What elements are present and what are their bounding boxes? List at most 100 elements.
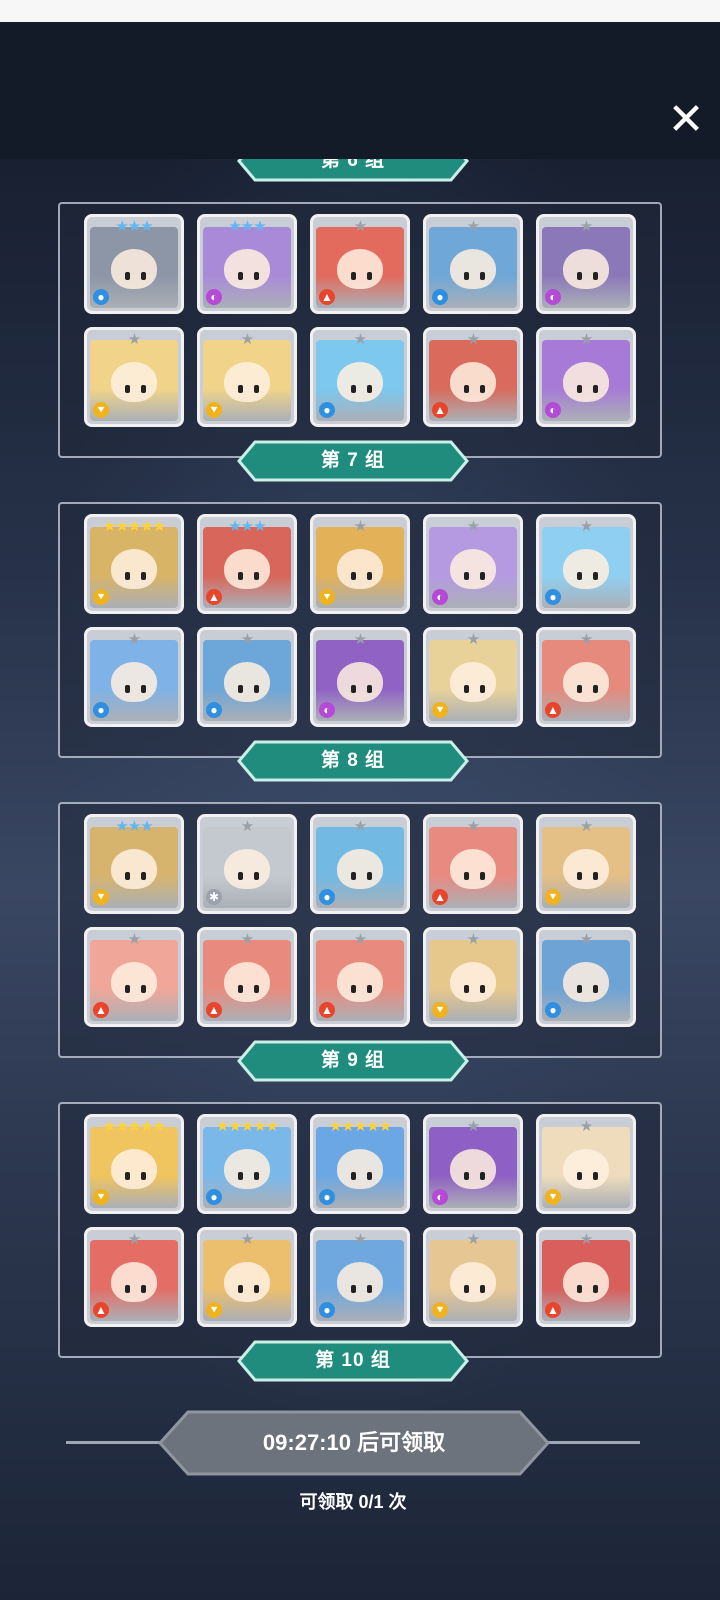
hero-card[interactable]: ★★★ ◐ [197,214,297,314]
hero-eye [464,385,470,394]
hero-card[interactable]: ★ ◐ [536,214,636,314]
hero-face [450,549,496,590]
hero-card[interactable]: ★ ▲ [310,214,410,314]
hero-card[interactable]: ★ ◐ [423,514,523,614]
water-element-icon: ● [93,702,109,718]
star-rating: ★ [240,931,254,948]
group-ribbon: 第 8 组 [237,740,469,782]
hero-card[interactable]: ★ ⯆ [536,814,636,914]
hero-eye [351,1172,357,1181]
hero-card[interactable]: ★★★★★ ● [197,1114,297,1214]
hero-eye [464,685,470,694]
light-element-icon: ⯆ [545,889,561,905]
light-element-icon: ⯆ [319,589,335,605]
hero-card[interactable]: ★★★★★ ⯆ [84,514,184,614]
hero-grid: ★★★ ⯆ ★ ✱ ★ ● ★ ▲ ★ ⯆ ★ ▲ ★ ▲ ★ ▲ ★ ⯆ ★ ● [84,814,636,1027]
hero-eye [351,385,357,394]
hero-face [563,849,609,890]
hero-card[interactable]: ★ ⯆ [310,514,410,614]
hero-card[interactable]: ★ ✱ [197,814,297,914]
star-rating: ★ [579,631,593,648]
hero-eye [351,572,357,581]
hero-card[interactable]: ★ ⯆ [84,327,184,427]
hero-eye [593,572,599,581]
hero-eye [593,985,599,994]
water-element-icon: ● [319,1302,335,1318]
hero-face [224,362,270,403]
hero-grid: ★★★★★ ⯆ ★★★★★ ● ★★★★★ ● ★ ◐ ★ ⯆ ★ ▲ ★ ⯆ ★ ● ★ ⯆ ★ ▲ [84,1114,636,1327]
hero-card[interactable]: ★ ⯆ [423,927,523,1027]
hero-card[interactable]: ★★★★★ ● [310,1114,410,1214]
hero-eye [125,685,131,694]
hero-face [337,1262,383,1303]
hero-card[interactable]: ★ ▲ [84,927,184,1027]
hero-card[interactable]: ★ ◐ [536,327,636,427]
hero-card[interactable]: ★ ▲ [536,1227,636,1327]
hero-eye [577,685,583,694]
hero-eye [480,385,486,394]
hero-card[interactable]: ★ ▲ [84,1227,184,1327]
hero-card[interactable]: ★ ⯆ [197,327,297,427]
claim-timer-button[interactable]: 09:27:10 后可领取 [157,1410,551,1476]
hero-grid: ★★★ ● ★★★ ◐ ★ ▲ ★ ● ★ ◐ ★ ⯆ ★ ⯆ ★ ● ★ ▲ ★ ◐ [84,214,636,427]
timer-divider-right [546,1441,640,1444]
hero-card[interactable]: ★ ⯆ [423,1227,523,1327]
hero-face [337,662,383,703]
hero-card[interactable]: ★ ◐ [310,627,410,727]
star-rating: ★ [579,818,593,835]
group-label: 第 8 组 [320,750,386,771]
fire-element-icon: ▲ [206,1002,222,1018]
hero-card[interactable]: ★ ● [423,214,523,314]
hero-eye [593,1285,599,1294]
hero-eye [238,685,244,694]
fire-element-icon: ▲ [319,289,335,305]
fire-element-icon: ▲ [93,1002,109,1018]
hero-face [111,1149,157,1190]
hero-card[interactable]: ★ ● [536,514,636,614]
light-element-icon: ⯆ [432,702,448,718]
hero-eye [141,1285,147,1294]
hero-eye [480,872,486,881]
group-ribbon: 第 9 组 [237,1040,469,1082]
group-panel: ★★★★★ ⯆ ★★★ ▲ ★ ⯆ ★ ◐ ★ ● ★ ● ★ ● ★ ◐ ★ ⯆ ★ ▲ [58,502,662,758]
hero-card[interactable]: ★ ▲ [197,927,297,1027]
hero-card[interactable]: ★ ● [310,1227,410,1327]
hero-card[interactable]: ★ ● [197,627,297,727]
hero-eye [593,385,599,394]
hero-eye [577,272,583,281]
group-label: 第 10 组 [315,1350,391,1371]
star-rating: ★ [466,331,480,348]
star-rating: ★ [240,331,254,348]
hero-card[interactable]: ★★★ ⯆ [84,814,184,914]
hero-card[interactable]: ★ ▲ [423,814,523,914]
hero-card[interactable]: ★ ⯆ [536,1114,636,1214]
light-element-icon: ⯆ [206,402,222,418]
hero-card[interactable]: ★ ⯆ [197,1227,297,1327]
hero-eye [464,572,470,581]
hero-card[interactable]: ★ ● [310,814,410,914]
hero-card[interactable]: ★★★★★ ⯆ [84,1114,184,1214]
hero-card[interactable]: ★ ⯆ [423,627,523,727]
close-button[interactable]: ✕ [664,98,708,142]
hero-eye [254,272,260,281]
hero-eye [480,272,486,281]
hero-eye [480,1285,486,1294]
hero-card[interactable]: ★ ▲ [310,927,410,1027]
hero-face [563,962,609,1003]
hero-card[interactable]: ★ ◐ [423,1114,523,1214]
hero-card[interactable]: ★ ▲ [423,327,523,427]
hero-card[interactable]: ★★★ ▲ [197,514,297,614]
hero-eye [464,272,470,281]
star-rating: ★ [353,818,367,835]
hero-card[interactable]: ★ ▲ [536,627,636,727]
hero-eye [464,1172,470,1181]
fire-element-icon: ▲ [432,889,448,905]
hero-face [337,362,383,403]
hero-card[interactable]: ★ ● [84,627,184,727]
hero-card[interactable]: ★ ● [310,327,410,427]
hero-card[interactable]: ★ ● [536,927,636,1027]
hero-card[interactable]: ★★★ ● [84,214,184,314]
hero-eye [480,1172,486,1181]
star-rating: ★ [466,218,480,235]
hero-eye [593,1172,599,1181]
